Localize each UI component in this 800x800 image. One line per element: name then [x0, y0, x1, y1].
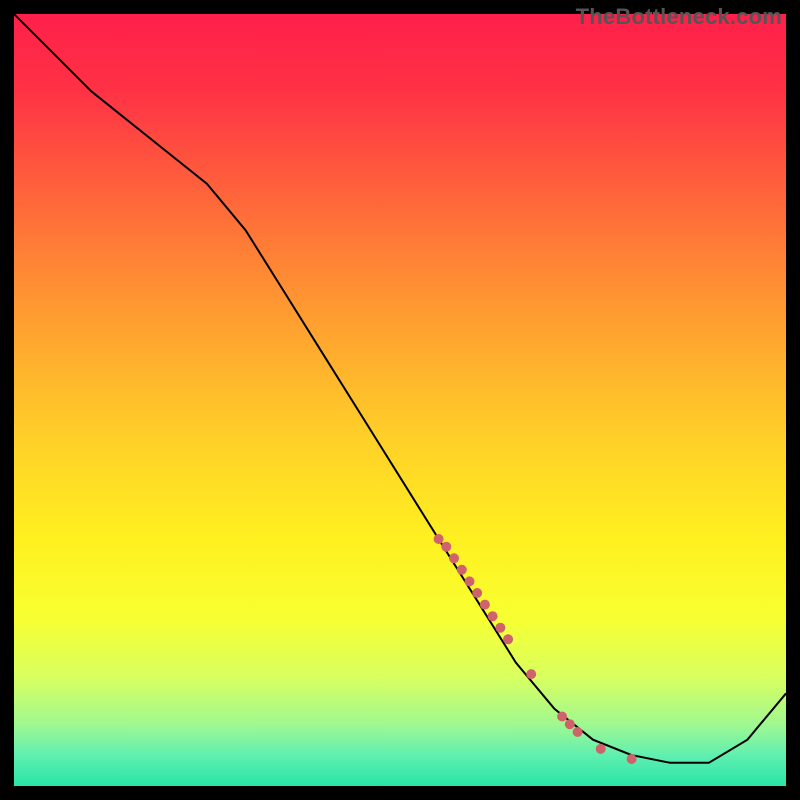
highlight-point: [472, 588, 482, 598]
chart-frame: [14, 14, 786, 786]
watermark-text: TheBottleneck.com: [576, 4, 782, 30]
highlight-point: [596, 744, 606, 754]
highlight-point: [441, 542, 451, 552]
highlight-point: [526, 669, 536, 679]
highlight-point: [434, 534, 444, 544]
highlight-point: [565, 719, 575, 729]
chart-background: [14, 14, 786, 786]
highlight-point: [457, 565, 467, 575]
highlight-point: [557, 712, 567, 722]
highlight-point: [449, 553, 459, 563]
chart-plot: [14, 14, 786, 786]
highlight-point: [503, 634, 513, 644]
highlight-point: [573, 727, 583, 737]
highlight-point: [465, 576, 475, 586]
highlight-point: [495, 623, 505, 633]
highlight-point: [480, 600, 490, 610]
highlight-point: [488, 611, 498, 621]
highlight-point: [627, 754, 637, 764]
